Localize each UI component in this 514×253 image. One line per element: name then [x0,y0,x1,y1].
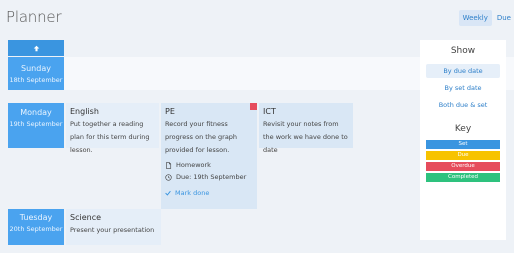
mark-done-label: Mark done [175,189,210,197]
arrow-up-icon [33,45,39,51]
task-card-english[interactable]: English Put together a reading plan for … [66,103,159,154]
mark-done-button[interactable]: Mark done [165,189,253,197]
previous-days-button[interactable] [8,40,64,56]
check-icon [165,190,171,196]
task-subject: Science [70,213,102,222]
day-name: Sunday [21,63,51,73]
key-set: Set [426,140,500,149]
page-title: Planner [6,8,62,26]
view-tabs: Weekly Due [458,10,514,26]
task-due-label: Due: 19th September [176,173,247,181]
document-icon [166,161,172,169]
task-due: Due: 19th September [165,173,253,181]
task-card-science[interactable]: Science Present your presentation [66,209,161,245]
day-monday: Monday 19th September [8,103,64,148]
task-type-label: Homework [176,161,211,169]
status-flag [250,103,257,110]
task-card-pe[interactable]: PE Record your fitness progress on the g… [161,103,257,209]
filter-by-due-date[interactable]: By due date [426,64,500,78]
tab-weekly[interactable]: Weekly [458,10,492,26]
task-type: Homework [165,161,253,169]
day-name: Monday [20,108,52,117]
key-heading: Key [454,124,472,134]
filter-panel: Show By due date By set date Both due & … [420,40,506,240]
task-description: Put together a reading plan for this ter… [70,120,150,154]
filter-both-due-set[interactable]: Both due & set [426,98,500,112]
key-completed: Completed [426,173,500,182]
task-description: Revisit your notes from the work we have… [263,120,348,154]
day-sunday: Sunday 18th September [8,57,64,90]
filter-by-set-date[interactable]: By set date [426,81,500,95]
day-date: 18th September [9,75,63,84]
day-date: 20th September [9,225,63,233]
task-subject: English [70,107,99,116]
clock-icon [165,173,172,181]
day-tuesday: Tuesday 20th September [8,209,64,245]
tab-due[interactable]: Due [494,10,514,26]
task-description: Present your presentation [70,226,155,234]
task-card-ict[interactable]: ICT Revisit your notes from the work we … [259,103,353,154]
task-subject: PE [165,107,175,116]
task-description: Record your fitness progress on the grap… [165,120,238,154]
day-name: Tuesday [19,213,53,222]
show-heading: Show [450,46,476,56]
day-date: 19th September [9,120,63,128]
key-due: Due [426,151,500,160]
task-subject: ICT [263,107,276,116]
key-overdue: Overdue [426,162,500,171]
